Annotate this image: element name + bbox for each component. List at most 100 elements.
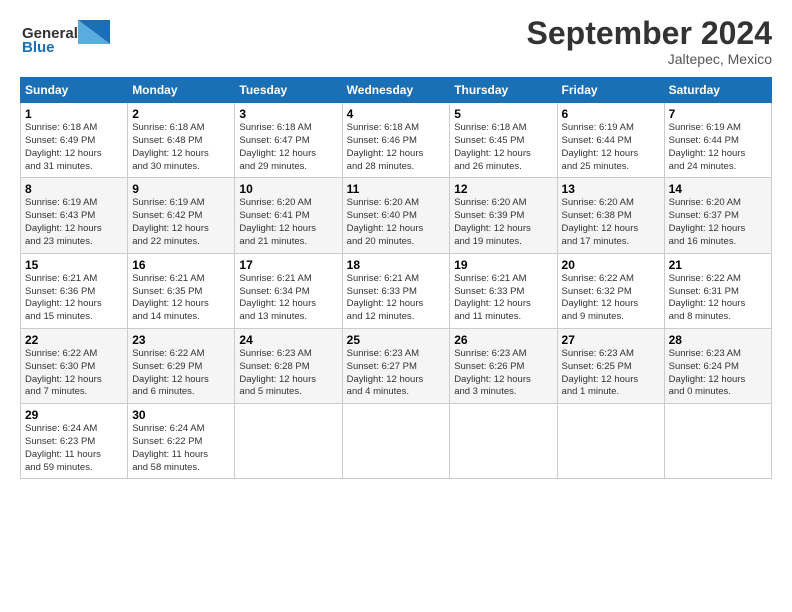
day-info: Sunrise: 6:19 AM Sunset: 6:43 PM Dayligh… <box>25 197 123 248</box>
calendar-table: SundayMondayTuesdayWednesdayThursdayFrid… <box>20 77 772 479</box>
calendar-cell: 8Sunrise: 6:19 AM Sunset: 6:43 PM Daylig… <box>21 178 128 253</box>
calendar-cell: 25Sunrise: 6:23 AM Sunset: 6:27 PM Dayli… <box>342 328 450 403</box>
title-block: September 2024 Jaltepec, Mexico <box>527 16 772 67</box>
day-number: 1 <box>25 107 123 121</box>
calendar-week-row: 29Sunrise: 6:24 AM Sunset: 6:23 PM Dayli… <box>21 404 772 479</box>
day-info: Sunrise: 6:18 AM Sunset: 6:48 PM Dayligh… <box>132 122 230 173</box>
calendar-cell <box>235 404 342 479</box>
day-number: 14 <box>669 182 767 196</box>
day-number: 13 <box>562 182 660 196</box>
calendar-cell: 17Sunrise: 6:21 AM Sunset: 6:34 PM Dayli… <box>235 253 342 328</box>
day-info: Sunrise: 6:22 AM Sunset: 6:30 PM Dayligh… <box>25 348 123 399</box>
day-info: Sunrise: 6:24 AM Sunset: 6:22 PM Dayligh… <box>132 423 230 474</box>
weekday-header: Wednesday <box>342 78 450 103</box>
day-number: 22 <box>25 333 123 347</box>
calendar-cell: 24Sunrise: 6:23 AM Sunset: 6:28 PM Dayli… <box>235 328 342 403</box>
calendar-cell: 18Sunrise: 6:21 AM Sunset: 6:33 PM Dayli… <box>342 253 450 328</box>
day-info: Sunrise: 6:21 AM Sunset: 6:33 PM Dayligh… <box>454 273 552 324</box>
day-number: 2 <box>132 107 230 121</box>
day-info: Sunrise: 6:19 AM Sunset: 6:42 PM Dayligh… <box>132 197 230 248</box>
calendar-cell: 23Sunrise: 6:22 AM Sunset: 6:29 PM Dayli… <box>128 328 235 403</box>
calendar-cell: 20Sunrise: 6:22 AM Sunset: 6:32 PM Dayli… <box>557 253 664 328</box>
calendar-cell: 30Sunrise: 6:24 AM Sunset: 6:22 PM Dayli… <box>128 404 235 479</box>
day-info: Sunrise: 6:18 AM Sunset: 6:45 PM Dayligh… <box>454 122 552 173</box>
logo: General Blue <box>20 16 130 58</box>
calendar-cell: 27Sunrise: 6:23 AM Sunset: 6:25 PM Dayli… <box>557 328 664 403</box>
weekday-header: Friday <box>557 78 664 103</box>
weekday-header: Tuesday <box>235 78 342 103</box>
location: Jaltepec, Mexico <box>527 51 772 67</box>
logo-svg: General Blue <box>20 16 130 58</box>
day-number: 19 <box>454 258 552 272</box>
day-info: Sunrise: 6:20 AM Sunset: 6:41 PM Dayligh… <box>239 197 337 248</box>
calendar-cell: 7Sunrise: 6:19 AM Sunset: 6:44 PM Daylig… <box>664 103 771 178</box>
day-info: Sunrise: 6:18 AM Sunset: 6:46 PM Dayligh… <box>347 122 446 173</box>
calendar-cell: 11Sunrise: 6:20 AM Sunset: 6:40 PM Dayli… <box>342 178 450 253</box>
day-number: 24 <box>239 333 337 347</box>
calendar-cell: 28Sunrise: 6:23 AM Sunset: 6:24 PM Dayli… <box>664 328 771 403</box>
page: General Blue September 2024 Jaltepec, Me… <box>0 0 792 489</box>
svg-text:Blue: Blue <box>22 39 55 56</box>
day-number: 4 <box>347 107 446 121</box>
day-info: Sunrise: 6:21 AM Sunset: 6:35 PM Dayligh… <box>132 273 230 324</box>
header-row: SundayMondayTuesdayWednesdayThursdayFrid… <box>21 78 772 103</box>
day-number: 3 <box>239 107 337 121</box>
calendar-cell: 6Sunrise: 6:19 AM Sunset: 6:44 PM Daylig… <box>557 103 664 178</box>
day-number: 11 <box>347 182 446 196</box>
calendar-week-row: 22Sunrise: 6:22 AM Sunset: 6:30 PM Dayli… <box>21 328 772 403</box>
calendar-cell: 10Sunrise: 6:20 AM Sunset: 6:41 PM Dayli… <box>235 178 342 253</box>
weekday-header: Thursday <box>450 78 557 103</box>
day-info: Sunrise: 6:23 AM Sunset: 6:28 PM Dayligh… <box>239 348 337 399</box>
day-info: Sunrise: 6:21 AM Sunset: 6:36 PM Dayligh… <box>25 273 123 324</box>
day-number: 21 <box>669 258 767 272</box>
day-number: 18 <box>347 258 446 272</box>
day-info: Sunrise: 6:20 AM Sunset: 6:37 PM Dayligh… <box>669 197 767 248</box>
day-info: Sunrise: 6:21 AM Sunset: 6:33 PM Dayligh… <box>347 273 446 324</box>
calendar-cell: 14Sunrise: 6:20 AM Sunset: 6:37 PM Dayli… <box>664 178 771 253</box>
calendar-cell: 29Sunrise: 6:24 AM Sunset: 6:23 PM Dayli… <box>21 404 128 479</box>
day-number: 6 <box>562 107 660 121</box>
day-info: Sunrise: 6:22 AM Sunset: 6:31 PM Dayligh… <box>669 273 767 324</box>
weekday-header: Saturday <box>664 78 771 103</box>
day-info: Sunrise: 6:20 AM Sunset: 6:40 PM Dayligh… <box>347 197 446 248</box>
day-number: 23 <box>132 333 230 347</box>
calendar-cell: 26Sunrise: 6:23 AM Sunset: 6:26 PM Dayli… <box>450 328 557 403</box>
calendar-cell: 16Sunrise: 6:21 AM Sunset: 6:35 PM Dayli… <box>128 253 235 328</box>
day-info: Sunrise: 6:23 AM Sunset: 6:25 PM Dayligh… <box>562 348 660 399</box>
day-number: 8 <box>25 182 123 196</box>
day-info: Sunrise: 6:18 AM Sunset: 6:49 PM Dayligh… <box>25 122 123 173</box>
day-info: Sunrise: 6:22 AM Sunset: 6:32 PM Dayligh… <box>562 273 660 324</box>
calendar-week-row: 8Sunrise: 6:19 AM Sunset: 6:43 PM Daylig… <box>21 178 772 253</box>
weekday-header: Monday <box>128 78 235 103</box>
calendar-cell <box>664 404 771 479</box>
calendar-week-row: 1Sunrise: 6:18 AM Sunset: 6:49 PM Daylig… <box>21 103 772 178</box>
calendar-cell: 22Sunrise: 6:22 AM Sunset: 6:30 PM Dayli… <box>21 328 128 403</box>
calendar-header: SundayMondayTuesdayWednesdayThursdayFrid… <box>21 78 772 103</box>
day-info: Sunrise: 6:23 AM Sunset: 6:27 PM Dayligh… <box>347 348 446 399</box>
weekday-header: Sunday <box>21 78 128 103</box>
day-number: 26 <box>454 333 552 347</box>
month-title: September 2024 <box>527 16 772 51</box>
day-number: 27 <box>562 333 660 347</box>
day-info: Sunrise: 6:21 AM Sunset: 6:34 PM Dayligh… <box>239 273 337 324</box>
day-info: Sunrise: 6:19 AM Sunset: 6:44 PM Dayligh… <box>562 122 660 173</box>
calendar-cell <box>557 404 664 479</box>
day-number: 30 <box>132 408 230 422</box>
day-number: 17 <box>239 258 337 272</box>
day-number: 15 <box>25 258 123 272</box>
day-number: 12 <box>454 182 552 196</box>
day-number: 16 <box>132 258 230 272</box>
calendar-body: 1Sunrise: 6:18 AM Sunset: 6:49 PM Daylig… <box>21 103 772 479</box>
calendar-cell: 4Sunrise: 6:18 AM Sunset: 6:46 PM Daylig… <box>342 103 450 178</box>
calendar-cell: 1Sunrise: 6:18 AM Sunset: 6:49 PM Daylig… <box>21 103 128 178</box>
day-number: 5 <box>454 107 552 121</box>
day-info: Sunrise: 6:19 AM Sunset: 6:44 PM Dayligh… <box>669 122 767 173</box>
day-number: 9 <box>132 182 230 196</box>
header: General Blue September 2024 Jaltepec, Me… <box>20 16 772 67</box>
day-number: 25 <box>347 333 446 347</box>
calendar-cell: 13Sunrise: 6:20 AM Sunset: 6:38 PM Dayli… <box>557 178 664 253</box>
day-number: 29 <box>25 408 123 422</box>
day-info: Sunrise: 6:24 AM Sunset: 6:23 PM Dayligh… <box>25 423 123 474</box>
day-info: Sunrise: 6:22 AM Sunset: 6:29 PM Dayligh… <box>132 348 230 399</box>
day-number: 10 <box>239 182 337 196</box>
